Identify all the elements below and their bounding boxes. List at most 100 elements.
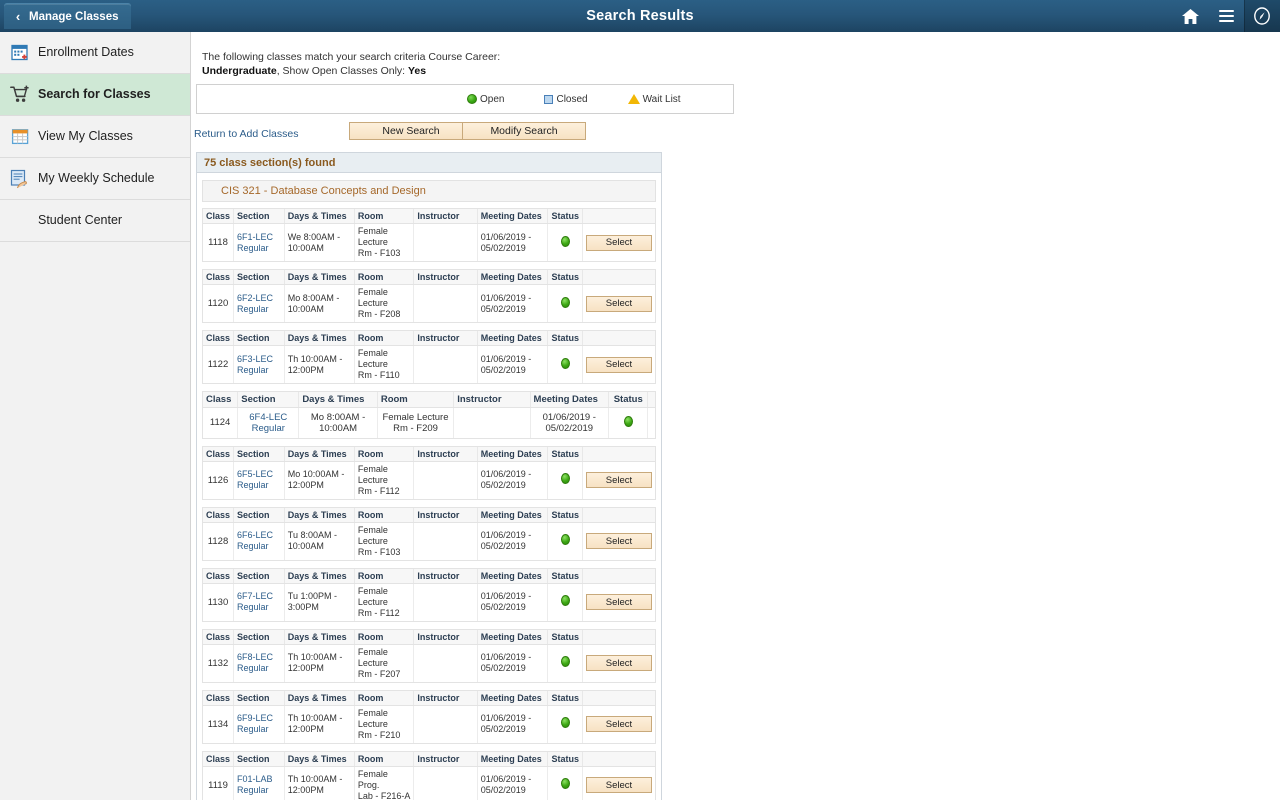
section-component-link[interactable]: Regular [237, 480, 269, 490]
table-row: 1119 F01-LAB Regular Th 10:00AM -12:00PM Fem… [203, 766, 655, 800]
section-component-link[interactable]: Regular [237, 785, 269, 795]
cell-class-number: 1128 [203, 522, 235, 560]
section-component-link[interactable]: Regular [237, 243, 269, 253]
section-link[interactable]: 6F2-LEC [237, 293, 273, 303]
column-header-room: Room [354, 568, 415, 584]
back-to-manage-classes-button[interactable]: ‹ Manage Classes [4, 3, 131, 29]
section-component-link[interactable]: Regular [237, 724, 269, 734]
select-button[interactable]: Select [585, 594, 652, 610]
sidebar-item-my-weekly-schedule[interactable]: My Weekly Schedule [0, 158, 190, 200]
class-section-table: Class Section Days & Times Room Instructor Me… [203, 392, 655, 438]
section-link[interactable]: 6F9-LEC [237, 713, 273, 723]
select-button[interactable]: Select [585, 234, 652, 251]
class-section-block: Class Section Days & Times Room Instructor Me… [202, 689, 656, 744]
cell-meeting-dates: 01/06/2019 -05/02/2019 [477, 705, 549, 743]
navbar-compass-icon[interactable] [1244, 0, 1280, 32]
home-icon[interactable] [1172, 0, 1208, 32]
return-to-add-classes-link[interactable]: Return to Add Classes [194, 128, 298, 140]
cell-action: Select [582, 766, 655, 800]
cell-class-number: 1120 [203, 284, 235, 322]
sidebar-item-label: Enrollment Dates [38, 44, 134, 59]
criteria-prefix: The following classes match your search … [202, 51, 501, 63]
status-open-icon [560, 235, 570, 247]
section-component-link[interactable]: Regular [237, 304, 269, 314]
sidebar-item-student-center[interactable]: Student Center [0, 200, 190, 242]
column-header-meeting-dates: Meeting Dates [477, 690, 549, 706]
table-header-row: Class Section Days & Times Room Instructor Me… [203, 751, 655, 767]
cell-action: Select [582, 583, 655, 621]
cell-action: Select [582, 644, 655, 682]
section-link[interactable]: 6F3-LEC [237, 354, 273, 364]
column-header-status: Status [547, 446, 583, 462]
table-row: 1120 6F2-LEC Regular Mo 8:00AM -10:00AM Fema… [203, 284, 655, 322]
cell-instructor [413, 223, 478, 261]
column-header-meeting-dates: Meeting Dates [477, 629, 549, 645]
cell-status [608, 407, 649, 438]
sidebar-item-search-for-classes[interactable]: Search for Classes [0, 74, 190, 116]
table-header-row: Class Section Days & Times Room Instructor Me… [203, 629, 655, 645]
select-button[interactable]: Select [585, 655, 652, 671]
status-open-icon [560, 717, 570, 728]
section-link[interactable]: 6F1-LEC [237, 232, 273, 242]
select-button[interactable]: Select [585, 295, 652, 312]
sidebar-item-label: View My Classes [38, 128, 133, 143]
legend-closed-label: Closed [556, 93, 588, 105]
cell-days-times: Th 10:00AM -12:00PM [284, 766, 355, 800]
sidebar-item-enrollment-dates[interactable]: Enrollment Dates [0, 32, 190, 74]
section-link[interactable]: 6F6-LEC [237, 530, 273, 540]
class-section-table: Class Section Days & Times Room Instructor Me… [203, 751, 655, 800]
section-component-link[interactable]: Regular [252, 423, 285, 434]
section-link[interactable]: F01-LAB [237, 774, 273, 784]
sidebar-item-view-my-classes[interactable]: View My Classes [0, 116, 190, 158]
column-header-action [582, 331, 655, 346]
section-link[interactable]: 6F4-LEC [249, 412, 287, 423]
section-component-link[interactable]: Regular [237, 663, 269, 673]
section-component-link[interactable]: Regular [237, 602, 269, 612]
section-link[interactable]: 6F5-LEC [237, 469, 273, 479]
cell-room: Female Lecture Rm - F112 [354, 461, 415, 499]
select-button[interactable]: Select [585, 472, 652, 488]
select-button[interactable]: Select [585, 716, 652, 732]
cell-action [648, 408, 655, 438]
section-component-link[interactable]: Regular [237, 541, 269, 551]
table-header-row: Class Section Days & Times Room Instructor Me… [203, 568, 655, 584]
top-bar-actions [1172, 0, 1280, 32]
main-content: The following classes match your search … [191, 32, 1280, 800]
column-header-class: Class [203, 751, 235, 767]
cell-days-times: Mo 8:00AM -10:00AM [298, 407, 378, 438]
status-open-icon [560, 357, 570, 369]
column-header-section: Section [233, 568, 285, 584]
select-button[interactable]: Select [585, 533, 652, 549]
modify-search-button[interactable]: Modify Search [462, 122, 586, 140]
search-criteria-text: The following classes match your search … [202, 50, 562, 78]
column-header-days-times: Days & Times [284, 270, 355, 285]
column-header-section: Section [233, 751, 285, 767]
cell-class-number: 1122 [203, 345, 235, 383]
select-button[interactable]: Select [585, 356, 652, 373]
cell-class-number: 1126 [203, 461, 235, 499]
column-header-action [647, 392, 655, 408]
section-component-link[interactable]: Regular [237, 365, 269, 375]
table-header-row: Class Section Days & Times Room Instructor Me… [203, 690, 655, 706]
cell-status [547, 522, 583, 560]
section-link[interactable]: 6F8-LEC [237, 652, 273, 662]
page-title: Search Results [586, 8, 694, 24]
class-section-table: Class Section Days & Times Room Instructor Me… [203, 629, 655, 682]
new-search-button[interactable]: New Search [349, 122, 473, 140]
section-link[interactable]: 6F7-LEC [237, 591, 273, 601]
calendar-icon [9, 126, 31, 148]
column-header-instructor: Instructor [413, 690, 478, 706]
sidebar-item-label: My Weekly Schedule [38, 170, 155, 185]
hamburger-icon[interactable] [1208, 0, 1244, 32]
column-header-class: Class [203, 209, 235, 224]
table-row: 1128 6F6-LEC Regular Tu 8:00AM -10:00AM Fema… [203, 522, 655, 560]
cell-class-number: 1124 [203, 407, 239, 438]
status-legend: Open Closed Wait List [196, 84, 734, 114]
column-header-instructor: Instructor [413, 209, 478, 224]
select-button[interactable]: Select [585, 777, 652, 793]
course-title-header: CIS 321 - Database Concepts and Design [202, 180, 656, 202]
cell-room: Female Prog. Lab - F216-A [354, 766, 415, 800]
column-header-class: Class [203, 507, 235, 523]
column-header-status: Status [547, 507, 583, 523]
blue-square-icon [544, 94, 554, 104]
